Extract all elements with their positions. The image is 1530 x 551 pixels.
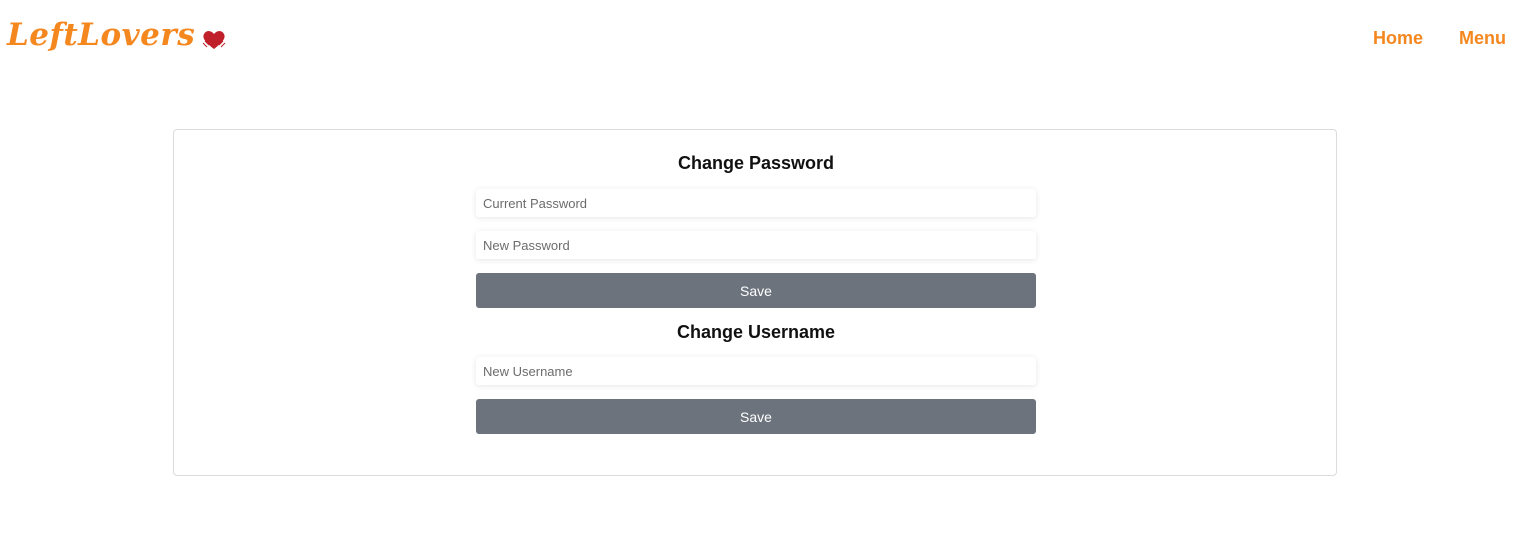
change-password-title: Change Password: [677, 153, 835, 173]
brand-name: LeftLovers: [7, 16, 196, 53]
current-password-input[interactable]: [476, 189, 1036, 217]
settings-card: Change Password Save Change Username Sav…: [173, 129, 1337, 476]
nav-menu-link[interactable]: Menu: [1459, 28, 1506, 49]
nav-home-link[interactable]: Home: [1373, 28, 1423, 49]
save-password-button[interactable]: Save: [476, 273, 1036, 308]
new-password-input[interactable]: [476, 231, 1036, 259]
navbar: LeftLovers Home Menu: [0, 0, 1530, 84]
brand-logo[interactable]: LeftLovers: [7, 18, 227, 52]
heart-icon: [202, 31, 226, 49]
save-username-button[interactable]: Save: [476, 399, 1036, 434]
nav-links: Home Menu: [1373, 28, 1506, 49]
change-username-form: Change Username Save: [476, 321, 1036, 434]
change-username-title: Change Username: [676, 322, 836, 342]
change-password-form: Change Password Save: [476, 152, 1036, 308]
new-username-input[interactable]: [476, 357, 1036, 385]
